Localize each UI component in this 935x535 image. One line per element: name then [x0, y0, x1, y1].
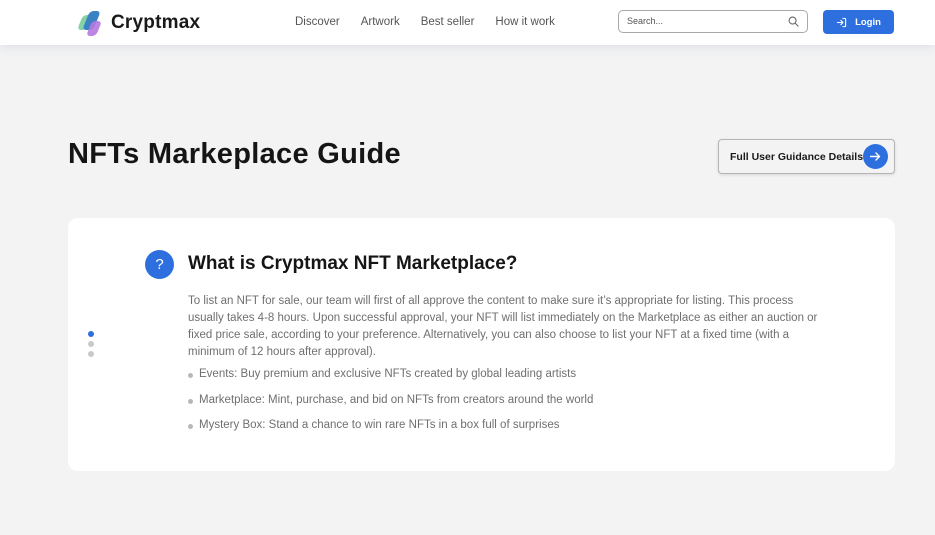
search-input[interactable]	[627, 14, 777, 28]
question-icon: ?	[145, 250, 174, 279]
brand-logo[interactable]: Cryptmax	[76, 9, 201, 37]
login-button[interactable]: Login	[823, 10, 894, 34]
list-item: Events: Buy premium and exclusive NFTs c…	[188, 368, 593, 394]
list-item: Marketplace: Mint, purchase, and bid on …	[188, 394, 593, 420]
list-item: Mystery Box: Stand a chance to win rare …	[188, 419, 593, 445]
nav-item-artwork[interactable]: Artwork	[361, 16, 400, 28]
page-title: NFTs Markeplace Guide	[68, 138, 401, 170]
pagination-dot-2[interactable]	[88, 341, 94, 347]
top-header: Cryptmax Discover Artwork Best seller Ho…	[0, 0, 935, 45]
search-icon[interactable]	[788, 16, 799, 27]
full-guidance-button[interactable]: Full User Guidance Details	[718, 139, 895, 174]
nav-item-discover[interactable]: Discover	[295, 16, 340, 28]
login-label: Login	[855, 16, 881, 28]
arrow-right-icon	[863, 144, 888, 169]
faq-answer: To list an NFT for sale, our team will f…	[188, 295, 818, 358]
nav-item-how-it-work[interactable]: How it work	[495, 16, 554, 28]
full-guidance-label: Full User Guidance Details	[730, 151, 864, 163]
search-box	[618, 10, 808, 33]
pagination-dot-3[interactable]	[88, 351, 94, 357]
pagination-dot-1[interactable]	[88, 331, 94, 337]
nav-item-best-seller[interactable]: Best seller	[421, 16, 475, 28]
brand-name: Cryptmax	[111, 12, 201, 33]
logo-icon	[76, 9, 104, 37]
faq-bullet-list: Events: Buy premium and exclusive NFTs c…	[188, 368, 593, 445]
faq-card: ? What is Cryptmax NFT Marketplace? To l…	[68, 218, 895, 471]
login-icon	[836, 17, 847, 27]
faq-question: What is Cryptmax NFT Marketplace?	[188, 253, 518, 274]
faq-pagination	[88, 331, 94, 361]
main-nav: Discover Artwork Best seller How it work	[295, 16, 576, 28]
